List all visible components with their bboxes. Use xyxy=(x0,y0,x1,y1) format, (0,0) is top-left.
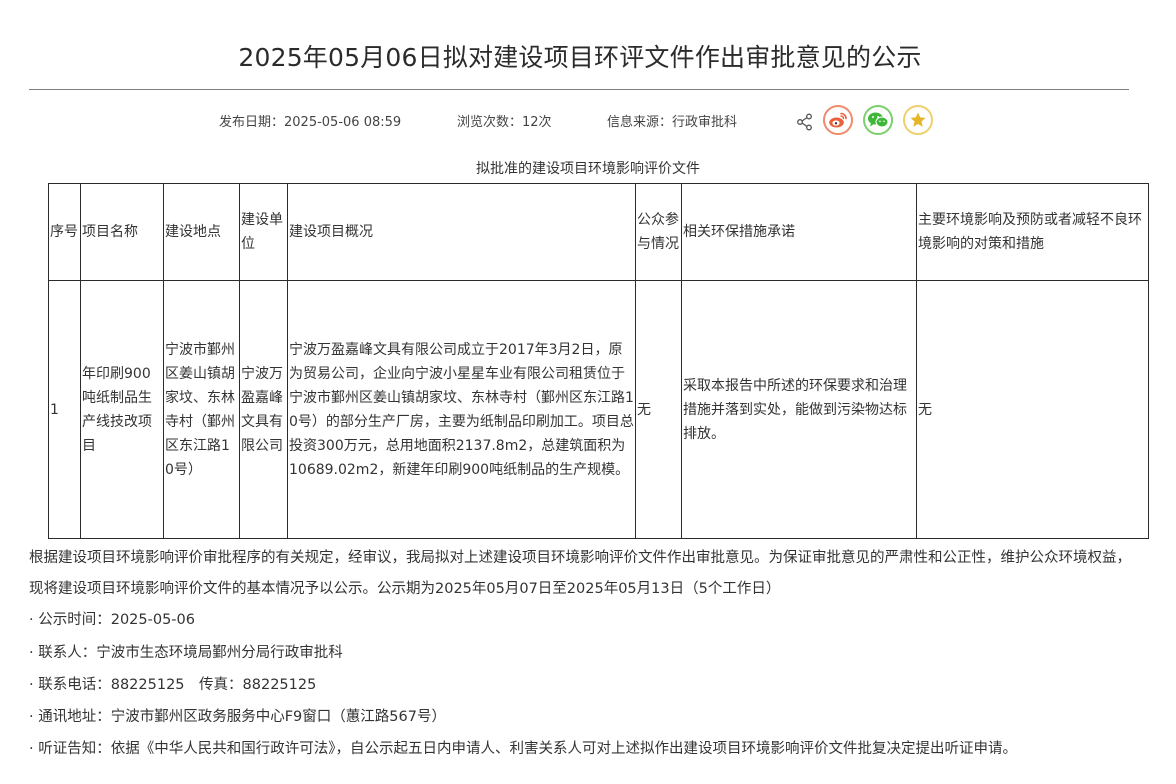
cell-overview: 宁波万盈嘉峰文具有限公司成立于2017年3月2日，原为贸易公司，企业向宁波小星星… xyxy=(287,280,636,539)
table-caption: 拟批准的建设项目环境影响评价文件 xyxy=(476,161,700,177)
weibo-share-button[interactable] xyxy=(823,105,853,135)
header-overview: 建设项目概况 xyxy=(287,183,636,281)
favorite-star-icon xyxy=(910,112,926,127)
notice-paragraph: 根据建设项目环境影响评价审批程序的有关规定，经审议，我局拟对上述建设项目环境影响… xyxy=(29,550,1131,597)
header-seq: 序号 xyxy=(48,183,81,281)
publish-date: 发布日期：2025-05-06 08:59 xyxy=(219,111,401,130)
cell-seq: 1 xyxy=(48,280,81,539)
cell-public-participation: 无 xyxy=(635,280,682,539)
publish-date-value: 2025-05-06 08:59 xyxy=(284,115,402,130)
info-source-label: 信息来源： xyxy=(607,115,673,130)
view-count-value: 12次 xyxy=(522,115,552,130)
view-count-label: 浏览次数： xyxy=(457,115,523,130)
table-header-row: 序号 项目名称 建设地点 建设单位 建设项目概况 公众参与情况 相关环保措施承诺… xyxy=(48,183,1149,281)
cell-measures: 无 xyxy=(916,280,1149,539)
header-location: 建设地点 xyxy=(163,183,240,281)
weibo-icon xyxy=(829,112,847,128)
info-source-value: 行政审批科 xyxy=(672,115,738,130)
notice-item-contact: · 联系人：宁波市生态环境局鄞州分局行政审批科 xyxy=(29,645,343,661)
favorite-button[interactable] xyxy=(903,105,933,135)
table-row: 1 年印刷900吨纸制品生产线技改项目 宁波市鄞州区姜山镇胡家坟、东林寺村（鄞州… xyxy=(48,280,1149,539)
project-table: 序号 项目名称 建设地点 建设单位 建设项目概况 公众参与情况 相关环保措施承诺… xyxy=(48,183,1149,539)
header-public-participation: 公众参与情况 xyxy=(635,183,682,281)
notice-item-phone: · 联系电话：88225125 传真：88225125 xyxy=(29,677,317,693)
notice-item-time: · 公示时间：2025-05-06 xyxy=(29,612,195,628)
header-commitment: 相关环保措施承诺 xyxy=(681,183,917,281)
page-title: 2025年05月06日拟对建设项目环评文件作出审批意见的公示 xyxy=(238,43,922,72)
share-icon[interactable] xyxy=(796,113,814,131)
title-divider xyxy=(29,89,1129,90)
notice-item-address: · 通讯地址：宁波市鄞州区政务服务中心F9窗口（蕙江路567号） xyxy=(29,709,446,725)
cell-commitment: 采取本报告中所述的环保要求和治理措施并落到实处，能做到污染物达标排放。 xyxy=(681,280,917,539)
wechat-icon xyxy=(868,112,889,128)
info-source: 信息来源：行政审批科 xyxy=(607,111,737,130)
header-builder: 建设单位 xyxy=(239,183,288,281)
notice-item-hearing: · 听证告知：依据《中华人民共和国行政许可法》，自公示起五日内申请人、利害关系人… xyxy=(29,741,1017,757)
publish-date-label: 发布日期： xyxy=(219,115,285,130)
wechat-share-button[interactable] xyxy=(863,105,893,135)
cell-builder: 宁波万盈嘉峰文具有限公司 xyxy=(239,280,288,539)
cell-project-name: 年印刷900吨纸制品生产线技改项目 xyxy=(80,280,164,539)
header-measures: 主要环境影响及预防或者减轻不良环境影响的对策和措施 xyxy=(916,183,1149,281)
view-count: 浏览次数：12次 xyxy=(457,111,552,130)
cell-location: 宁波市鄞州区姜山镇胡家坟、东林寺村（鄞州区东江路10号） xyxy=(163,280,240,539)
header-project-name: 项目名称 xyxy=(80,183,164,281)
